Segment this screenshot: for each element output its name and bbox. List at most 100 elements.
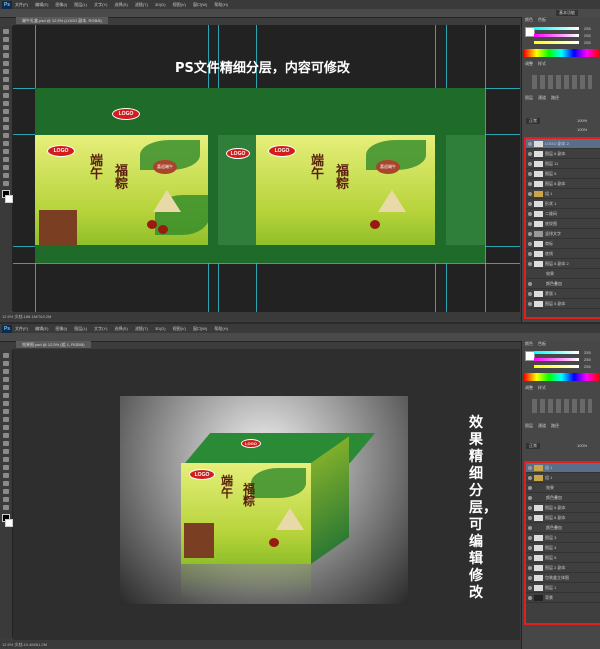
styles-panel-tab[interactable]: 样式 [538,61,546,67]
document-canvas[interactable]: LOGO LOGO 端 午 福 粽 效果精细分层，可编辑修改 [13,349,520,640]
layer-row[interactable]: 商标 [526,239,600,249]
eraser-tool-icon[interactable] [3,433,9,438]
menu-edit[interactable]: 编辑(E) [35,2,48,8]
eye-icon[interactable] [528,161,532,166]
eye-icon[interactable] [528,261,532,266]
eye-icon[interactable] [528,595,532,600]
adjustment-icons[interactable] [532,399,592,413]
menu-3d[interactable]: 3D(D) [155,326,166,331]
healing-tool-icon[interactable] [3,401,9,406]
styles-panel-tab[interactable]: 样式 [538,385,546,391]
menu-view[interactable]: 视图(V) [173,2,186,8]
red-slider[interactable] [534,351,579,354]
layer-row[interactable]: 图层 6 副本 [526,513,600,523]
layer-row[interactable]: 图层 1 [526,583,600,593]
menu-window[interactable]: 窗口(W) [193,2,207,8]
layer-row[interactable]: 效果 [526,483,600,493]
menu-file[interactable]: 文件(F) [15,2,28,8]
document-tab[interactable]: 端午礼盒.psd @ 12.5% (LOGO 副本, RGB/8) [16,17,108,24]
swatches-panel-tab[interactable]: 色板 [538,17,546,23]
document-canvas[interactable]: PS文件精细分层，内容可修改 端 午 福 粽 喜迎端午 LOGO LOGO 端 … [13,25,520,312]
layer-row[interactable]: 二维码 [526,209,600,219]
layer-row[interactable]: 图层 5 [526,553,600,563]
gradient-tool-icon[interactable] [3,441,9,446]
eye-icon[interactable] [528,241,532,246]
crop-tool-icon[interactable] [3,61,9,66]
adjustment-icons[interactable] [532,75,592,89]
eye-icon[interactable] [528,585,532,590]
zoom-tool-icon[interactable] [3,181,9,186]
channels-panel-tab[interactable]: 通道 [538,95,546,101]
quick-select-tool-icon[interactable] [3,53,9,58]
blue-value[interactable]: 255 [584,40,591,45]
layer-row[interactable]: 组 1 [526,473,600,483]
layer-row[interactable]: 组 1 [526,463,600,473]
layer-row[interactable]: 颜色叠加 [526,523,600,533]
swatches-panel-tab[interactable]: 色板 [538,341,546,347]
menu-filter[interactable]: 滤镜(T) [135,326,148,332]
marquee-tool-icon[interactable] [3,37,9,42]
move-tool-icon[interactable] [3,29,9,34]
layers-panel-tab[interactable]: 图层 [525,95,533,101]
lasso-tool-icon[interactable] [3,45,9,50]
hand-tool-icon[interactable] [3,173,9,178]
eye-icon[interactable] [528,251,532,256]
history-brush-tool-icon[interactable] [3,101,9,106]
zoom-tool-icon[interactable] [3,505,9,510]
color-panel-tab[interactable]: 颜色 [525,341,533,347]
color-spectrum[interactable] [524,49,599,57]
blend-mode-select[interactable]: 正常 [526,443,540,449]
document-tab[interactable]: 效果图.psd @ 12.5% (组 1, RGB/8) [16,341,91,348]
eye-icon[interactable] [528,535,532,540]
layer-row[interactable]: 底纹图 [526,219,600,229]
type-tool-icon[interactable] [3,149,9,154]
eye-icon[interactable] [528,565,532,570]
eye-icon[interactable] [528,505,532,510]
workspace-switcher[interactable]: 基本功能 [556,10,578,16]
eye-icon[interactable] [528,281,532,286]
blend-mode-select[interactable]: 正常 [526,118,540,124]
menu-layer[interactable]: 图层(L) [74,326,87,332]
dodge-tool-icon[interactable] [3,133,9,138]
opacity-value[interactable]: 100% [577,443,587,448]
red-value[interactable]: 255 [584,350,591,355]
layer-row[interactable]: 颜色叠加 [526,493,600,503]
layer-row[interactable]: LOGO 副本 2 [526,139,600,149]
eyedropper-tool-icon[interactable] [3,393,9,398]
eye-icon[interactable] [528,291,532,296]
green-slider[interactable] [534,358,579,361]
menu-type[interactable]: 文字(Y) [94,326,107,332]
menu-file[interactable]: 文件(F) [15,326,28,332]
blue-slider[interactable] [534,41,579,44]
menu-image[interactable]: 图像(I) [55,2,67,8]
crop-tool-icon[interactable] [3,385,9,390]
eye-icon[interactable] [528,171,532,176]
shape-tool-icon[interactable] [3,165,9,170]
blue-slider[interactable] [534,365,579,368]
path-select-tool-icon[interactable] [3,157,9,162]
blue-value[interactable]: 255 [584,364,591,369]
eye-icon[interactable] [528,201,532,206]
paths-panel-tab[interactable]: 路径 [551,95,559,101]
eye-icon[interactable] [528,221,532,226]
stamp-tool-icon[interactable] [3,417,9,422]
red-slider[interactable] [534,27,579,30]
layer-row[interactable]: 图层 4 [526,543,600,553]
eye-icon[interactable] [528,485,532,490]
adjustments-panel-tab[interactable]: 调整 [525,61,533,67]
fill-value[interactable]: 100% [577,127,587,132]
eye-icon[interactable] [528,495,532,500]
color-panel-tab[interactable]: 颜色 [525,17,533,23]
shape-tool-icon[interactable] [3,489,9,494]
menu-select[interactable]: 选择(S) [114,2,127,8]
menu-filter[interactable]: 滤镜(T) [135,2,148,8]
layer-row[interactable]: 背景 [526,593,600,603]
layer-row[interactable]: 包装盒立体图 [526,573,600,583]
path-select-tool-icon[interactable] [3,481,9,486]
hand-tool-icon[interactable] [3,497,9,502]
brush-tool-icon[interactable] [3,85,9,90]
eye-icon[interactable] [528,141,532,146]
red-value[interactable]: 255 [584,26,591,31]
menu-3d[interactable]: 3D(D) [155,2,166,7]
layer-row[interactable]: 组 1 [526,189,600,199]
